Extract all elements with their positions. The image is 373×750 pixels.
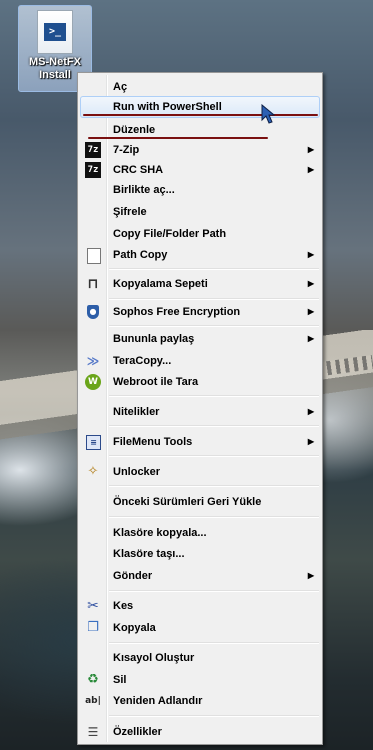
annotation-underline [88, 137, 268, 139]
menu-item-open-with[interactable]: Birlikte aç... [80, 179, 320, 201]
filemenu-icon: ≡ [86, 435, 101, 450]
document-icon [87, 248, 101, 264]
menu-separator [109, 516, 319, 518]
properties-icon: ☰ [87, 725, 99, 739]
menu-item-open[interactable]: Aç [80, 76, 320, 98]
menu-item-rename[interactable]: ab| Yeniden Adlandır [80, 690, 320, 712]
menu-item-filemenu-tools[interactable]: ≡ FileMenu Tools ▶ [80, 431, 320, 453]
submenu-arrow-icon: ▶ [307, 165, 314, 174]
submenu-arrow-icon: ▶ [307, 145, 314, 154]
menu-item-sophos[interactable]: ● Sophos Free Encryption ▶ [80, 301, 320, 323]
menu-item-attributes[interactable]: Nitelikler ▶ [80, 401, 320, 423]
menu-separator [109, 268, 319, 270]
menu-item-create-shortcut[interactable]: Kısayol Oluştur [80, 647, 320, 669]
menu-item-teracopy[interactable]: ≫ TeraCopy... [80, 350, 320, 372]
submenu-arrow-icon: ▶ [307, 279, 314, 288]
recycle-icon: ♻ [87, 672, 99, 687]
submenu-arrow-icon: ▶ [307, 250, 314, 259]
wand-icon: ✧ [87, 464, 99, 479]
teracopy-icon: ≫ [86, 354, 100, 368]
menu-separator [109, 642, 319, 644]
menu-item-delete[interactable]: ♻ Sil [80, 669, 320, 691]
menu-item-move-to-folder[interactable]: Klasöre taşı... [80, 543, 320, 565]
scissors-icon: ✂ [87, 598, 99, 614]
shield-icon: ● [87, 305, 99, 319]
7z-icon: 7z [85, 162, 101, 178]
menu-item-unlocker[interactable]: ✧ Unlocker [80, 461, 320, 483]
webroot-icon: W [85, 374, 101, 390]
menu-item-properties[interactable]: ☰ Özellikler [80, 721, 320, 743]
submenu-arrow-icon: ▶ [307, 407, 314, 416]
menu-item-encrypt[interactable]: Şifrele [80, 201, 320, 223]
rename-icon: ab| [85, 696, 101, 706]
7z-icon: 7z [85, 142, 101, 158]
menu-item-restore-previous[interactable]: Önceki Sürümleri Geri Yükle [80, 491, 320, 513]
menu-separator [109, 395, 319, 397]
basket-icon: ⊓ [87, 276, 99, 292]
menu-item-copy-basket[interactable]: ⊓ Kopyalama Sepeti ▶ [80, 273, 320, 295]
submenu-arrow-icon: ▶ [307, 334, 314, 343]
menu-item-webroot[interactable]: W Webroot ile Tara [80, 371, 320, 393]
annotation-underline [83, 114, 318, 116]
submenu-arrow-icon: ▶ [307, 571, 314, 580]
menu-item-share-with[interactable]: Bununla paylaş ▶ [80, 328, 320, 350]
menu-separator [109, 485, 319, 487]
menu-item-7zip[interactable]: 7z 7-Zip ▶ [80, 139, 320, 161]
submenu-arrow-icon: ▶ [307, 437, 314, 446]
menu-item-copy-path[interactable]: Copy File/Folder Path [80, 223, 320, 245]
menu-item-crc-sha[interactable]: 7z CRC SHA ▶ [80, 159, 320, 181]
menu-item-copy[interactable]: ❐ Kopyala [80, 617, 320, 639]
menu-item-copy-to-folder[interactable]: Klasöre kopyala... [80, 522, 320, 544]
menu-item-send-to[interactable]: Gönder ▶ [80, 565, 320, 587]
copy-icon: ❐ [87, 620, 99, 635]
menu-separator [109, 455, 319, 457]
menu-separator [109, 590, 319, 592]
menu-separator [109, 715, 319, 717]
menu-separator [109, 325, 319, 327]
menu-item-path-copy[interactable]: Path Copy ▶ [80, 244, 320, 266]
menu-item-cut[interactable]: ✂ Kes [80, 595, 320, 617]
menu-separator [109, 298, 319, 300]
context-menu: Aç Run with PowerShell Düzenle 7z 7-Zip … [77, 72, 323, 745]
mouse-cursor-icon [261, 104, 275, 124]
powershell-script-icon: >_ [37, 10, 73, 54]
menu-separator [109, 425, 319, 427]
submenu-arrow-icon: ▶ [307, 307, 314, 316]
